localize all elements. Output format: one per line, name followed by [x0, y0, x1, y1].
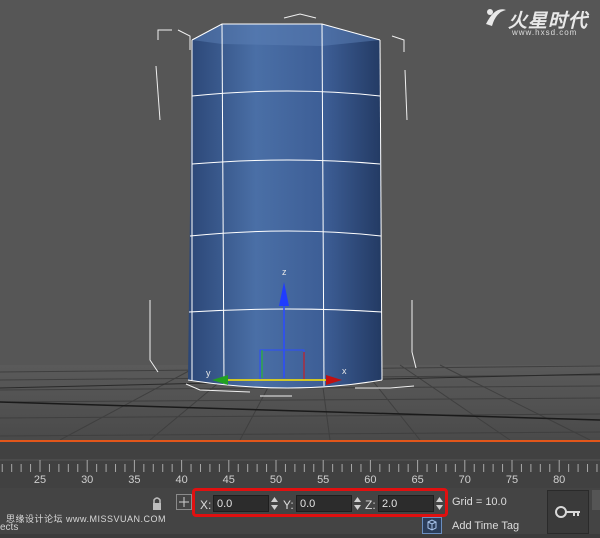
viewport-scene: z y x — [0, 13, 600, 440]
key-icon — [555, 506, 580, 518]
timeline-tick-label: 80 — [553, 474, 566, 486]
timeline-tick-label: 40 — [175, 474, 188, 486]
timeline-tick-label: 30 — [81, 474, 94, 486]
status-prompt-text: ects — [0, 522, 19, 533]
timeline-tick-label: 25 — [33, 474, 47, 486]
cube-icon — [427, 519, 437, 531]
logo-url: www.hxsd.com — [512, 28, 578, 37]
timeline-tick-label: 55 — [317, 474, 330, 486]
time-tag-icon[interactable] — [422, 517, 442, 534]
z-coord-field[interactable]: 2.0 — [378, 495, 434, 512]
lock-icon — [153, 497, 161, 510]
add-time-tag-button[interactable]: Add Time Tag — [452, 520, 519, 532]
status-scroll-strip — [592, 490, 600, 510]
grid-size-label: Grid = 10.0 — [452, 496, 507, 508]
timeline-tick-label: 60 — [364, 474, 377, 486]
cylinder-body — [188, 24, 382, 388]
x-coord-field[interactable]: 0.0 — [213, 495, 269, 512]
z-coord-label: Z: — [365, 498, 376, 512]
site-logo: 火星时代 www.hxsd.com — [482, 4, 592, 40]
timeline-tick-label: 35 — [128, 474, 141, 486]
cylinder-top-cap — [192, 24, 380, 46]
gizmo-z-label: z — [282, 267, 287, 277]
y-spinner-icon[interactable] — [353, 496, 362, 511]
y-coord-field[interactable]: 0.0 — [296, 495, 352, 512]
gizmo-x-label: x — [342, 366, 347, 376]
timeline-tick-label: 50 — [269, 474, 283, 486]
z-spinner-icon[interactable] — [435, 496, 444, 511]
perspective-viewport[interactable]: z y x 火星时代 www.hxsd.com — [0, 0, 600, 440]
x-coord-label: X: — [200, 498, 212, 512]
timeline-tick-label: 75 — [505, 474, 519, 486]
y-coord-label: Y: — [283, 498, 294, 512]
max-ui: z y x 火星时代 www.hxsd.com 25 30 35 40 45 50 55 60… — [0, 0, 600, 534]
timeline-tick-label: 65 — [411, 474, 424, 486]
logo-mark-icon — [486, 9, 506, 26]
coordinate-display: X: 0.0 Y: 0.0 Z: 2.0 — [192, 488, 448, 517]
gizmo-y-label: y — [206, 368, 211, 378]
absolute-mode-toggle[interactable] — [176, 494, 192, 510]
time-slider-track[interactable]: 25 30 35 40 45 50 55 60 65 70 75 80 — [0, 440, 600, 488]
timeline-tick-label: 45 — [222, 474, 235, 486]
status-bar: X: 0.0 Y: 0.0 Z: 2.0 Grid = 10.0 Add Tim… — [0, 488, 600, 534]
selection-lock-button[interactable] — [146, 494, 168, 514]
transform-mode-icon — [179, 497, 189, 507]
timeline-tick-label: 70 — [458, 474, 471, 486]
set-key-button[interactable] — [547, 490, 589, 534]
watermark-text: 思缘设计论坛 www.MISSVUAN.COM — [6, 514, 167, 524]
x-spinner-icon[interactable] — [270, 496, 279, 511]
